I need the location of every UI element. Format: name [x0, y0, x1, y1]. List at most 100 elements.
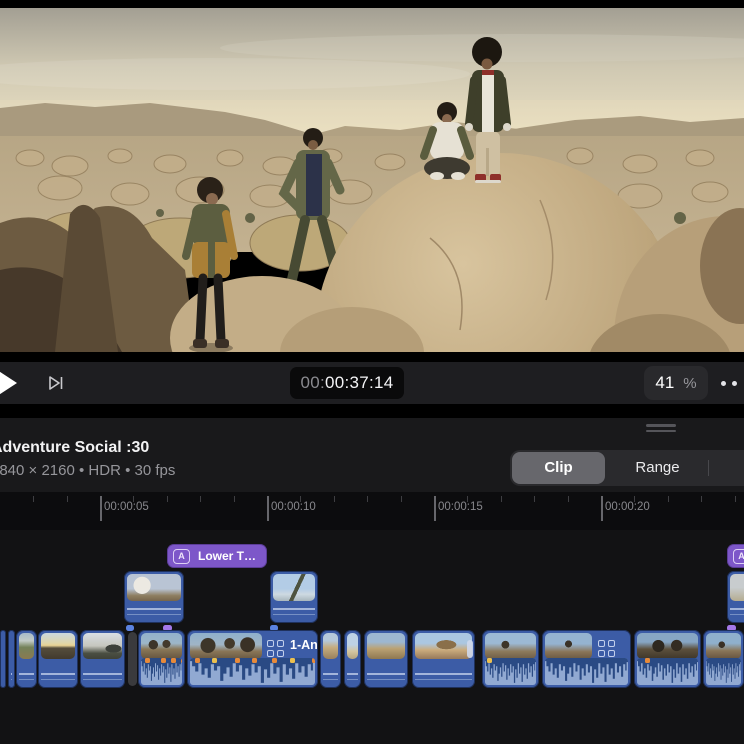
resize-drag-handle[interactable] — [646, 424, 676, 435]
clip-thumbnail — [637, 633, 698, 659]
audio-stripe — [347, 673, 358, 675]
clip-thumbnail — [127, 574, 181, 601]
clip-thumbnail — [706, 633, 741, 659]
title-clip[interactable]: ALower T… — [167, 544, 267, 568]
timecode-value: 00:37:14 — [325, 373, 394, 393]
timeline-clip[interactable] — [412, 630, 475, 688]
gap-clip[interactable] — [128, 632, 137, 686]
timeline-clip[interactable] — [344, 630, 361, 688]
dot — [732, 381, 737, 386]
zoom-level-button[interactable]: 41 % — [644, 366, 708, 400]
play-icon[interactable] — [0, 366, 17, 400]
ruler-minor-tick — [334, 496, 335, 502]
clip-marker — [145, 658, 150, 663]
timeline-ruler[interactable]: 00:00:0500:00:1000:00:1500:00:20 — [0, 492, 744, 530]
grid-cell — [267, 650, 274, 657]
transport-bar: 00:00:37:14 41 % — [0, 352, 744, 418]
more-options-icon[interactable] — [717, 377, 741, 389]
connected-clip[interactable] — [124, 571, 184, 623]
viewer-preview[interactable] — [0, 0, 744, 360]
segment-clip[interactable]: Clip — [512, 452, 605, 484]
ruler-minor-tick — [467, 496, 468, 502]
clip-thumbnail — [41, 633, 75, 659]
ruler-minor-tick — [501, 496, 502, 502]
connected-clip[interactable] — [270, 571, 318, 623]
timeline-clip[interactable] — [542, 630, 631, 688]
title-clip[interactable]: A — [727, 544, 744, 568]
timeline-clip[interactable] — [80, 630, 125, 688]
clip-thumbnail — [367, 633, 405, 659]
ruler-timecode-label: 00:00:05 — [104, 501, 149, 513]
connected-clip[interactable] — [727, 571, 744, 623]
title-a-icon: A — [173, 549, 190, 564]
timeline-clip[interactable] — [364, 630, 408, 688]
title-a-icon: A — [733, 549, 744, 564]
ruler-minor-tick — [701, 496, 702, 502]
clip-thumbnail — [545, 633, 592, 659]
timeline-clip[interactable] — [482, 630, 539, 688]
timeline-clip[interactable] — [8, 630, 15, 688]
audio-waveform — [485, 658, 536, 685]
clip-marker — [195, 658, 200, 663]
audio-stripe — [730, 614, 744, 616]
audio-waveform — [141, 658, 182, 685]
clip-thumbnail — [19, 633, 34, 659]
clip-thumbnail — [730, 574, 744, 601]
timeline-clip[interactable] — [0, 630, 6, 688]
grid-cell — [608, 640, 615, 647]
timeline: 00:00:0500:00:1000:00:1500:00:20 ALower … — [0, 492, 744, 744]
ruler-minor-tick — [534, 496, 535, 502]
audio-waveform — [637, 658, 698, 685]
timeline-clip[interactable] — [634, 630, 701, 688]
grid-cell — [267, 640, 274, 647]
segment-range[interactable]: Range — [607, 452, 708, 484]
ruler-minor-tick — [367, 496, 368, 502]
clip-marker — [212, 658, 217, 663]
audio-stripe — [323, 679, 338, 681]
ruler-minor-tick — [167, 496, 168, 502]
audio-stripe — [273, 608, 315, 610]
audio-stripe — [19, 679, 34, 681]
percent-sign: % — [683, 375, 696, 392]
audio-stripe — [127, 608, 181, 610]
clip-thumbnail — [190, 633, 262, 659]
clip-thumbnail — [141, 633, 182, 659]
segment-full[interactable]: Full — [709, 452, 744, 484]
zoom-value: 41 — [655, 373, 674, 393]
timecode-display[interactable]: 00:00:37:14 — [290, 367, 404, 399]
timeline-clip[interactable] — [38, 630, 78, 688]
clip-marker — [181, 658, 182, 663]
clip-thumbnail — [485, 633, 536, 659]
audio-stripe — [415, 673, 472, 675]
ruler-minor-tick — [634, 496, 635, 502]
ruler-minor-tick — [200, 496, 201, 502]
timeline-clip[interactable]: 1-Angl… — [187, 630, 318, 688]
clip-range-segmented-control: Clip Range Full — [510, 450, 744, 486]
timeline-clip[interactable] — [138, 630, 185, 688]
clip-marker — [290, 658, 295, 663]
audio-waveform — [545, 658, 628, 685]
timeline-header-panel: Adventure Social :30 3840 × 2160 • HDR •… — [0, 418, 744, 492]
audio-stripe — [367, 679, 405, 681]
skip-to-end-icon[interactable] — [46, 373, 66, 393]
audio-waveform — [706, 658, 741, 685]
clip-thumbnail — [415, 633, 472, 659]
primary-track: 1-Angl… — [0, 630, 744, 688]
grid-cell — [598, 650, 605, 657]
audio-stripe — [19, 673, 34, 675]
grid-cell — [277, 650, 284, 657]
audio-stripe — [11, 679, 12, 681]
ruler-minor-tick — [33, 496, 34, 502]
clip-marker — [272, 658, 277, 663]
ruler-minor-tick — [668, 496, 669, 502]
timeline-clip[interactable] — [16, 630, 37, 688]
timeline-clip[interactable] — [703, 630, 744, 688]
clip-marker — [645, 658, 650, 663]
video-editor-app: 00:00:37:14 41 % Adventure Social :30 38… — [0, 0, 744, 744]
timeline-clip[interactable] — [320, 630, 341, 688]
clip-marker — [235, 658, 240, 663]
audio-stripe — [415, 679, 472, 681]
grid-cell — [598, 640, 605, 647]
grid-cell — [608, 650, 615, 657]
multicam-grid-icon — [598, 640, 615, 657]
